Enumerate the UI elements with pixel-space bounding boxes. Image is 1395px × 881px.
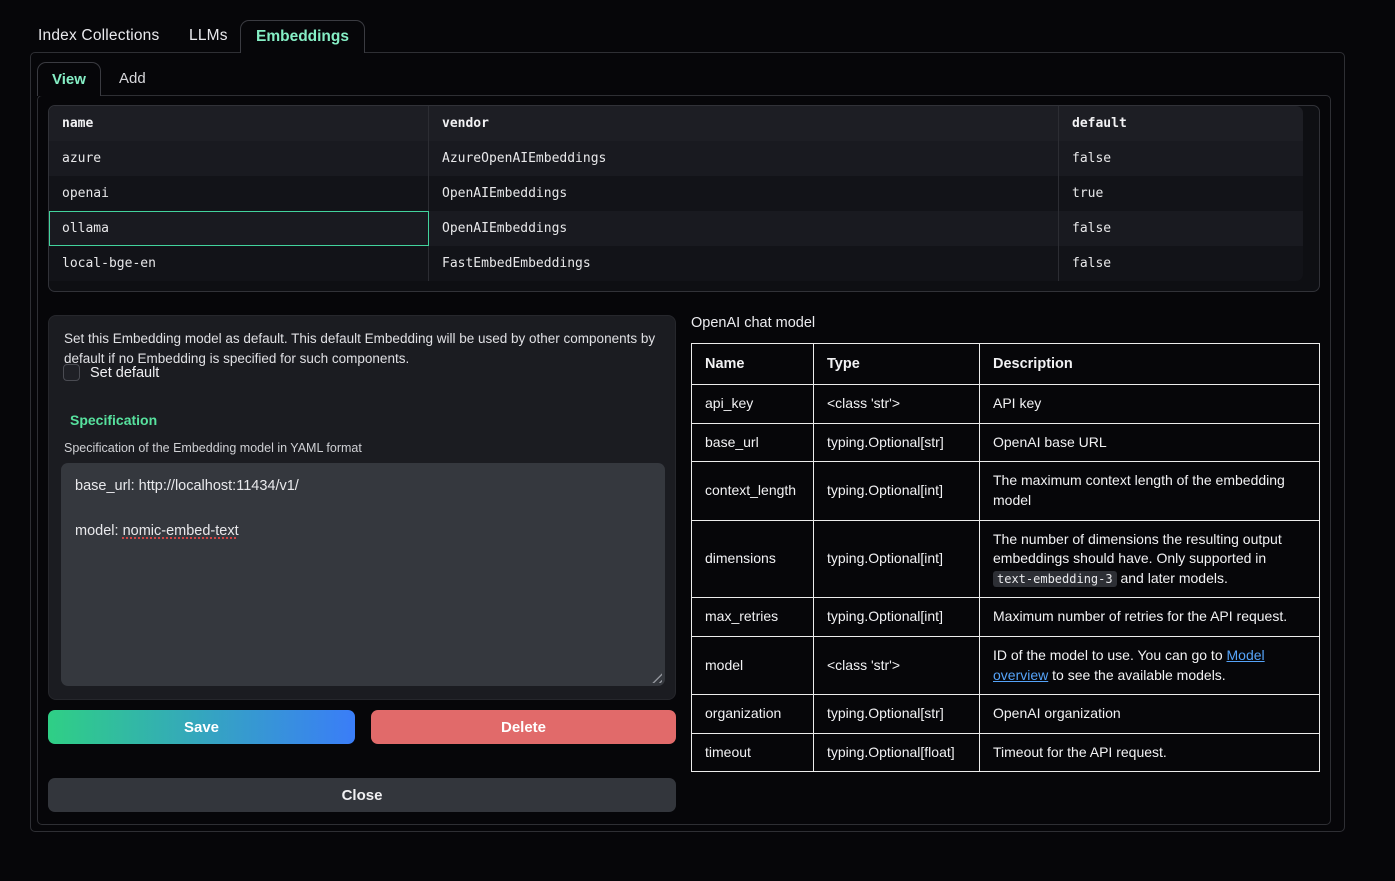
tab-view[interactable]: View	[37, 62, 101, 96]
embeddings-table: name vendor default azureAzureOpenAIEmbe…	[48, 105, 1320, 292]
schema-row: base_urltyping.Optional[str]OpenAI base …	[692, 423, 1320, 462]
cell-name[interactable]: openai	[49, 176, 429, 211]
schema-row: max_retriestyping.Optional[int]Maximum n…	[692, 598, 1320, 637]
tab-llms[interactable]: LLMs	[189, 27, 228, 45]
yaml-line-2-prefix: model:	[75, 523, 123, 539]
schema-cell-name: api_key	[692, 385, 814, 424]
textarea-resize-handle[interactable]	[651, 672, 662, 683]
table-row[interactable]: azureAzureOpenAIEmbeddingsfalse	[49, 141, 1303, 176]
schema-cell-description: ID of the model to use. You can go to Mo…	[980, 637, 1320, 695]
schema-row: organizationtyping.Optional[str]OpenAI o…	[692, 695, 1320, 734]
schema-row: context_lengthtyping.Optional[int]The ma…	[692, 462, 1320, 520]
model-overview-link[interactable]: Model overview	[993, 647, 1265, 683]
schema-cell-description: Timeout for the API request.	[980, 733, 1320, 772]
save-button[interactable]: Save	[48, 710, 355, 744]
schema-cell-type: typing.Optional[int]	[814, 462, 980, 520]
schema-cell-description: OpenAI organization	[980, 695, 1320, 734]
schema-cell-description: Maximum number of retries for the API re…	[980, 598, 1320, 637]
schema-cell-type: typing.Optional[int]	[814, 520, 980, 598]
schema-cell-type: typing.Optional[int]	[814, 598, 980, 637]
tab-index-collections[interactable]: Index Collections	[38, 27, 159, 45]
schema-cell-type: typing.Optional[str]	[814, 423, 980, 462]
schema-cell-name: dimensions	[692, 520, 814, 598]
schema-row: timeouttyping.Optional[float]Timeout for…	[692, 733, 1320, 772]
set-default-checkbox-row[interactable]: Set default	[63, 364, 159, 381]
column-header-vendor: vendor	[429, 106, 1059, 141]
schema-column-name: Name	[692, 344, 814, 385]
table-row[interactable]: openaiOpenAIEmbeddingstrue	[49, 176, 1303, 211]
schema-header-row: Name Type Description	[692, 344, 1320, 385]
specification-heading: Specification	[70, 412, 157, 428]
schema-cell-type: typing.Optional[float]	[814, 733, 980, 772]
schema-row: model<class 'str'>ID of the model to use…	[692, 637, 1320, 695]
cell-default[interactable]: false	[1059, 141, 1303, 176]
schema-cell-description: The number of dimensions the resulting o…	[980, 520, 1320, 598]
schema-table: Name Type Description api_key<class 'str…	[691, 343, 1320, 772]
cell-name[interactable]: ollama	[49, 211, 429, 246]
schema-cell-description: API key	[980, 385, 1320, 424]
tab-add[interactable]: Add	[119, 70, 146, 87]
tab-embeddings[interactable]: Embeddings	[240, 20, 365, 53]
schema-cell-name: timeout	[692, 733, 814, 772]
cell-name[interactable]: local-bge-en	[49, 246, 429, 281]
yaml-model-value: nomic-embed-text	[123, 523, 239, 539]
cell-default[interactable]: false	[1059, 246, 1303, 281]
set-default-checkbox[interactable]	[63, 364, 80, 381]
cell-name[interactable]: azure	[49, 141, 429, 176]
schema-cell-name: model	[692, 637, 814, 695]
schema-row: api_key<class 'str'>API key	[692, 385, 1320, 424]
table-row[interactable]: ollamaOpenAIEmbeddingsfalse	[49, 211, 1303, 246]
schema-cell-name: context_length	[692, 462, 814, 520]
cell-default[interactable]: false	[1059, 211, 1303, 246]
schema-cell-type: typing.Optional[str]	[814, 695, 980, 734]
inline-code: text-embedding-3	[993, 571, 1117, 587]
schema-row: dimensionstyping.Optional[int]The number…	[692, 520, 1320, 598]
embeddings-table-body: azureAzureOpenAIEmbeddingsfalseopenaiOpe…	[49, 141, 1303, 281]
embedding-detail-panel: Set this Embedding model as default. Thi…	[48, 315, 676, 700]
schema-column-type: Type	[814, 344, 980, 385]
cell-vendor[interactable]: OpenAIEmbeddings	[429, 211, 1059, 246]
set-default-label[interactable]: Set default	[90, 365, 159, 381]
embeddings-table-inner: name vendor default azureAzureOpenAIEmbe…	[49, 106, 1303, 281]
delete-button[interactable]: Delete	[371, 710, 676, 744]
cell-default[interactable]: true	[1059, 176, 1303, 211]
column-header-name: name	[49, 106, 429, 141]
schema-cell-name: organization	[692, 695, 814, 734]
yaml-line-1: base_url: http://localhost:11434/v1/	[75, 478, 299, 494]
specification-description: Specification of the Embedding model in …	[64, 441, 362, 455]
schema-cell-type: <class 'str'>	[814, 637, 980, 695]
cell-vendor[interactable]: OpenAIEmbeddings	[429, 176, 1059, 211]
schema-column-description: Description	[980, 344, 1320, 385]
schema-cell-description: OpenAI base URL	[980, 423, 1320, 462]
schema-cell-description: The maximum context length of the embedd…	[980, 462, 1320, 520]
cell-vendor[interactable]: AzureOpenAIEmbeddings	[429, 141, 1059, 176]
schema-cell-name: max_retries	[692, 598, 814, 637]
column-header-default: default	[1059, 106, 1303, 141]
cell-vendor[interactable]: FastEmbedEmbeddings	[429, 246, 1059, 281]
close-button[interactable]: Close	[48, 778, 676, 812]
specification-textarea[interactable]: base_url: http://localhost:11434/v1/ mod…	[61, 463, 665, 686]
schema-panel-title: OpenAI chat model	[691, 315, 815, 331]
table-header-row: name vendor default	[49, 106, 1303, 141]
schema-cell-type: <class 'str'>	[814, 385, 980, 424]
table-row[interactable]: local-bge-enFastEmbedEmbeddingsfalse	[49, 246, 1303, 281]
schema-cell-name: base_url	[692, 423, 814, 462]
